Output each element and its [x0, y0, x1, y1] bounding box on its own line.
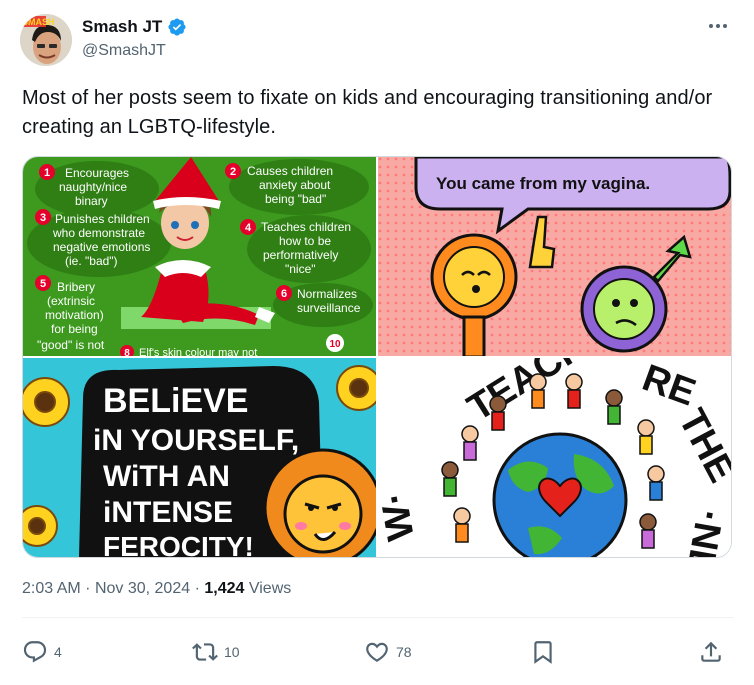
elf-item-1-num: 1 [44, 167, 50, 179]
svg-text:how to be: how to be [279, 234, 331, 248]
svg-text:binary: binary [75, 194, 108, 208]
avatar-text: SMASH [22, 17, 55, 27]
action-bar: 4 10 78 [22, 630, 734, 674]
elf-item-8-num: 8 [124, 348, 130, 356]
more-button[interactable] [704, 16, 732, 36]
meta-separator: · [194, 580, 200, 597]
elf-item-4-num: 4 [245, 222, 252, 234]
bookmark-button[interactable] [530, 630, 556, 674]
tweet-meta: 2:03 AM · Nov 30, 2024 · 1,424 Views [22, 580, 291, 598]
views-label: Views [248, 580, 292, 597]
elf-item-5-num: 5 [40, 278, 46, 290]
share-button[interactable] [698, 630, 724, 674]
believe-line-2: iN YOURSELF, [93, 424, 299, 457]
divider [22, 617, 734, 618]
media-image-elf-infographic[interactable]: 1 Encourages naughty/nice binary 2 Cause… [23, 157, 376, 356]
author-name-row[interactable]: Smash JT [82, 17, 187, 37]
repost-button[interactable]: 10 [192, 630, 240, 674]
tweet-text: Most of her posts seem to fixate on kids… [22, 87, 713, 138]
share-icon [701, 641, 721, 662]
svg-text:performatively: performatively [263, 248, 338, 262]
media-image-speech-art[interactable]: You came from my vagina. [378, 157, 731, 356]
elf-item-2-num: 2 [230, 166, 236, 178]
svg-text:for being: for being [51, 322, 98, 336]
svg-text:Encourages: Encourages [65, 166, 129, 180]
svg-text:Elf's skin colour may not: Elf's skin colour may not [139, 347, 257, 356]
reply-icon [23, 641, 47, 663]
believe-art: BELiEVE iN YOURSELF, WiTH AN iNTENSE FER… [23, 358, 376, 557]
verified-badge-icon [168, 18, 186, 36]
media-image-teachers-art[interactable]: TEACHERS RE THE ·ND W· TEACHERS ARE THE … [378, 358, 731, 557]
elf-item-3-num: 3 [40, 212, 46, 224]
svg-text:naughty/nice: naughty/nice [59, 180, 127, 194]
svg-text:negative emotions: negative emotions [53, 240, 150, 254]
svg-text:"nice": "nice" [285, 262, 316, 276]
bookmark-icon [534, 641, 552, 664]
svg-text:Normalizes: Normalizes [297, 287, 357, 301]
svg-text:Teaches children: Teaches children [261, 220, 351, 234]
svg-text:"good" is not: "good" is not [37, 338, 105, 352]
tweet-date[interactable]: Nov 30, 2024 [95, 580, 190, 597]
repost-icon [192, 643, 218, 661]
media-grid[interactable]: 1 Encourages naughty/nice binary 2 Cause… [22, 156, 732, 558]
svg-text:being "bad": being "bad" [265, 192, 326, 206]
speech-bubble-text: You came from my vagina. [436, 174, 650, 193]
believe-line-5: FEROCITY! [103, 531, 254, 557]
svg-text:surveillance: surveillance [297, 301, 361, 315]
elf-item-1-text-line1: Encourages [65, 166, 129, 180]
elf-infographic-art: 1 Encourages naughty/nice binary 2 Cause… [23, 157, 376, 356]
like-icon [366, 642, 388, 662]
svg-text:anxiety about: anxiety about [259, 178, 331, 192]
believe-line-4: iNTENSE [103, 496, 233, 529]
repost-count: 10 [224, 644, 240, 660]
svg-text:who demonstrate: who demonstrate [52, 226, 145, 240]
views-count: 1,424 [204, 580, 245, 597]
tweet-time[interactable]: 2:03 AM [22, 580, 81, 597]
meta-separator: · [85, 580, 91, 597]
media-image-believe-art[interactable]: BELiEVE iN YOURSELF, WiTH AN iNTENSE FER… [23, 358, 376, 557]
avatar-image: SMASH [20, 14, 72, 66]
avatar[interactable]: SMASH [20, 14, 72, 66]
svg-text:Causes children: Causes children [247, 164, 333, 178]
svg-text:(extrinsic: (extrinsic [47, 294, 95, 308]
like-button[interactable]: 78 [364, 630, 412, 674]
svg-text:(ie. "bad"): (ie. "bad") [65, 254, 118, 268]
author-handle[interactable]: @SmashJT [82, 42, 166, 60]
reply-count: 4 [54, 644, 62, 660]
svg-text:Bribery: Bribery [57, 280, 95, 294]
reply-button[interactable]: 4 [22, 630, 62, 674]
more-icon [709, 24, 727, 28]
author-display-name[interactable]: Smash JT [82, 17, 162, 37]
like-count: 78 [396, 644, 412, 660]
teachers-art: TEACHERS RE THE ·ND W· TEACHERS ARE THE … [378, 358, 731, 557]
believe-line-1: BELiEVE [103, 382, 248, 420]
elf-item-10-num: 10 [329, 339, 341, 350]
elf-item-6-num: 6 [281, 288, 287, 300]
speech-art: You came from my vagina. [378, 157, 731, 356]
believe-line-3: WiTH AN [103, 460, 230, 493]
svg-text:motivation): motivation) [45, 308, 104, 322]
svg-text:Punishes children: Punishes children [55, 212, 150, 226]
